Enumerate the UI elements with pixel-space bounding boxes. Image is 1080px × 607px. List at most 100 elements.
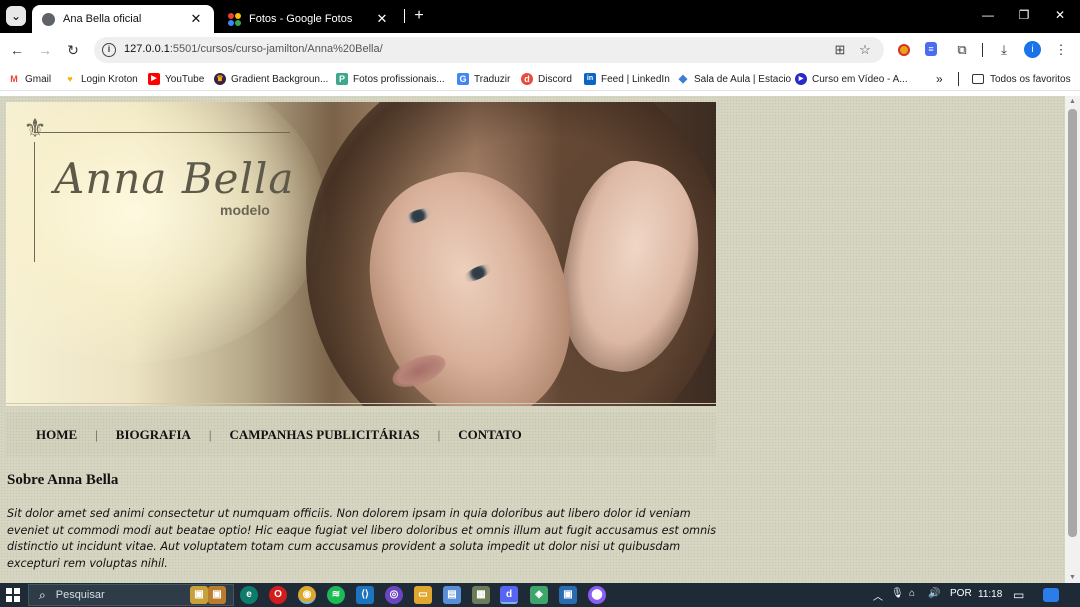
widget-icon[interactable]: ▣ [190,586,208,604]
main-menu: HOME | BIOGRAFIA | CAMPANHAS PUBLICITÁRI… [6,412,716,458]
about-paragraph: Sit dolor amet sed animi consectetur ut … [7,507,717,570]
discord-icon: d [521,73,533,85]
tab-ana-bella[interactable]: Ana Bella oficial ✕ [32,5,214,33]
app-icon[interactable]: ⬤ [588,586,606,604]
app-icon[interactable]: ◈ [530,586,548,604]
extension-doc-icon[interactable]: ≡ [925,42,937,56]
estacio-icon: ◆ [678,73,688,85]
bookmark-youtube[interactable]: ▶ YouTube [148,72,204,86]
spotify-icon[interactable]: ≋ [327,586,345,604]
chrome-icon[interactable]: ◉ [298,586,316,604]
discord-taskbar-icon[interactable]: d [500,586,518,604]
menu-contato[interactable]: CONTATO [458,427,522,443]
bookmark-fotos-profissionais[interactable]: P Fotos profissionais... [336,72,445,86]
close-tab-icon[interactable]: ✕ [374,11,390,27]
extension-icon[interactable] [898,44,910,56]
clock[interactable]: 11:18 [978,589,1002,600]
about-section: Sobre Anna Bella Sit dolor amet sed anim… [7,472,719,572]
tray-chevron-icon[interactable]: ︿ [873,588,883,603]
file-explorer-icon[interactable]: ▭ [414,586,432,604]
folder-icon [972,74,984,84]
bookmark-discord[interactable]: d Discord [521,72,572,86]
kroton-icon: ♥ [64,73,76,85]
opera-icon[interactable]: O [269,586,287,604]
app-icon[interactable]: ▣ [559,586,577,604]
taskbar: ⌕ Pesquisar ▣ ▣ e O ◉ ≋ ⟨⟩ ◎ ▭ ▤ ▦ d ◈ ▣… [0,583,1080,607]
tab-google-fotos[interactable]: Fotos - Google Fotos ✕ [218,5,400,33]
bookmarks-overflow-button[interactable]: » [936,72,943,86]
tab-divider [404,9,405,23]
site-info-icon[interactable]: i [102,43,116,57]
reload-icon[interactable]: ↻ [64,41,82,59]
volume-icon[interactable]: 🔊 [928,588,940,599]
fleur-de-lis-icon: ⚜ [23,114,47,144]
url-text[interactable]: 127.0.0.1:5501/cursos/curso-jamilton/Ann… [124,43,383,55]
logo-divider [36,132,290,133]
photos-pro-icon: P [336,73,348,85]
vscode-icon[interactable]: ⟨⟩ [356,586,374,604]
bookmark-gmail[interactable]: M Gmail [8,72,51,86]
close-tab-icon[interactable]: ✕ [188,11,204,27]
scroll-down-icon[interactable]: ▼ [1068,574,1077,581]
new-tab-button[interactable]: + [410,7,428,25]
vertical-scrollbar[interactable]: ▲ ▼ [1065,96,1080,583]
notifications-icon[interactable]: ▭ [1013,588,1024,602]
network-icon[interactable]: ⌂ [909,588,915,599]
bookmark-gradient[interactable]: ♛ Gradient Backgroun... [214,72,328,86]
forward-icon[interactable]: → [36,41,54,59]
linkedin-icon: in [584,73,596,85]
translate-icon: G [457,73,469,85]
globe-icon [42,12,55,26]
translate-page-icon[interactable]: ⊞ [832,42,848,58]
bookmark-login-kroton[interactable]: ♥ Login Kroton [64,72,138,86]
tab-search-menu-button[interactable]: ⌄ [6,6,26,26]
logo-divider [34,142,35,262]
youtube-icon: ▶ [148,73,160,85]
app-icon[interactable]: ▦ [472,586,490,604]
back-icon[interactable]: ← [8,41,26,59]
scroll-thumb[interactable] [1068,109,1077,537]
cursoemvideo-icon: ▶ [795,73,807,85]
browser-toolbar: ← → ↻ i 127.0.0.1:5501/cursos/curso-jami… [0,33,1080,67]
brand-subtitle: modelo [220,202,270,218]
menu-campanhas[interactable]: CAMPANHAS PUBLICITÁRIAS [230,427,420,443]
extensions-puzzle-icon[interactable]: ⧉ [954,42,970,58]
bookmark-estacio[interactable]: ◆ Sala de Aula | Estacio [677,72,791,86]
notepad-icon[interactable]: ▤ [443,586,461,604]
hero-banner-image: ⚜ Anna Bella modelo [6,102,716,406]
tab-strip: ⌄ Ana Bella oficial ✕ Fotos - Google Fot… [0,0,1080,33]
language-indicator[interactable]: POR [950,588,972,599]
app-icon[interactable]: ◎ [385,586,403,604]
microphone-icon[interactable]: 🎙 [891,588,904,599]
page-viewport: ⚜ Anna Bella modelo HOME | BIOGRAFIA | C… [0,96,1065,583]
download-icon[interactable]: ⤓ [996,42,1012,58]
section-title: Sobre Anna Bella [7,472,119,488]
search-icon: ⌕ [39,587,46,602]
more-menu-icon[interactable]: ⋮ [1053,42,1069,58]
tab-title: Ana Bella oficial [63,13,142,25]
windows-start-icon[interactable] [6,588,20,602]
scroll-up-icon[interactable]: ▲ [1068,98,1077,105]
bookmark-star-icon[interactable]: ☆ [857,42,873,58]
all-bookmarks-button[interactable]: Todos os favoritos [972,72,1071,86]
toolbar-divider [982,43,983,57]
menu-separator: | [208,427,212,442]
bookmark-traduzir[interactable]: G Traduzir [457,72,510,86]
copilot-icon[interactable] [1043,588,1059,602]
restore-icon[interactable]: ❐ [1014,8,1034,22]
menu-biografia[interactable]: BIOGRAFIA [116,427,191,443]
google-photos-icon [228,12,241,26]
brand-logo-text: Anna Bella [54,154,295,203]
bookmarks-bar: M Gmail ♥ Login Kroton ▶ YouTube ♛ Gradient … [0,67,1080,91]
tab-title: Fotos - Google Fotos [249,13,353,25]
close-window-icon[interactable]: ✕ [1050,8,1070,22]
gmail-icon: M [8,73,20,85]
widget-icon[interactable]: ▣ [208,586,226,604]
menu-home[interactable]: HOME [36,427,77,443]
profile-avatar[interactable]: i [1024,41,1041,58]
edge-icon[interactable]: e [240,586,258,604]
bookmark-linkedin[interactable]: in Feed | LinkedIn [584,72,670,86]
address-bar[interactable]: i 127.0.0.1:5501/cursos/curso-jamilton/A… [94,37,884,63]
bookmark-curso-em-video[interactable]: ▶ Curso em Vídeo - A... [795,72,908,86]
minimize-icon[interactable]: — [978,8,998,22]
